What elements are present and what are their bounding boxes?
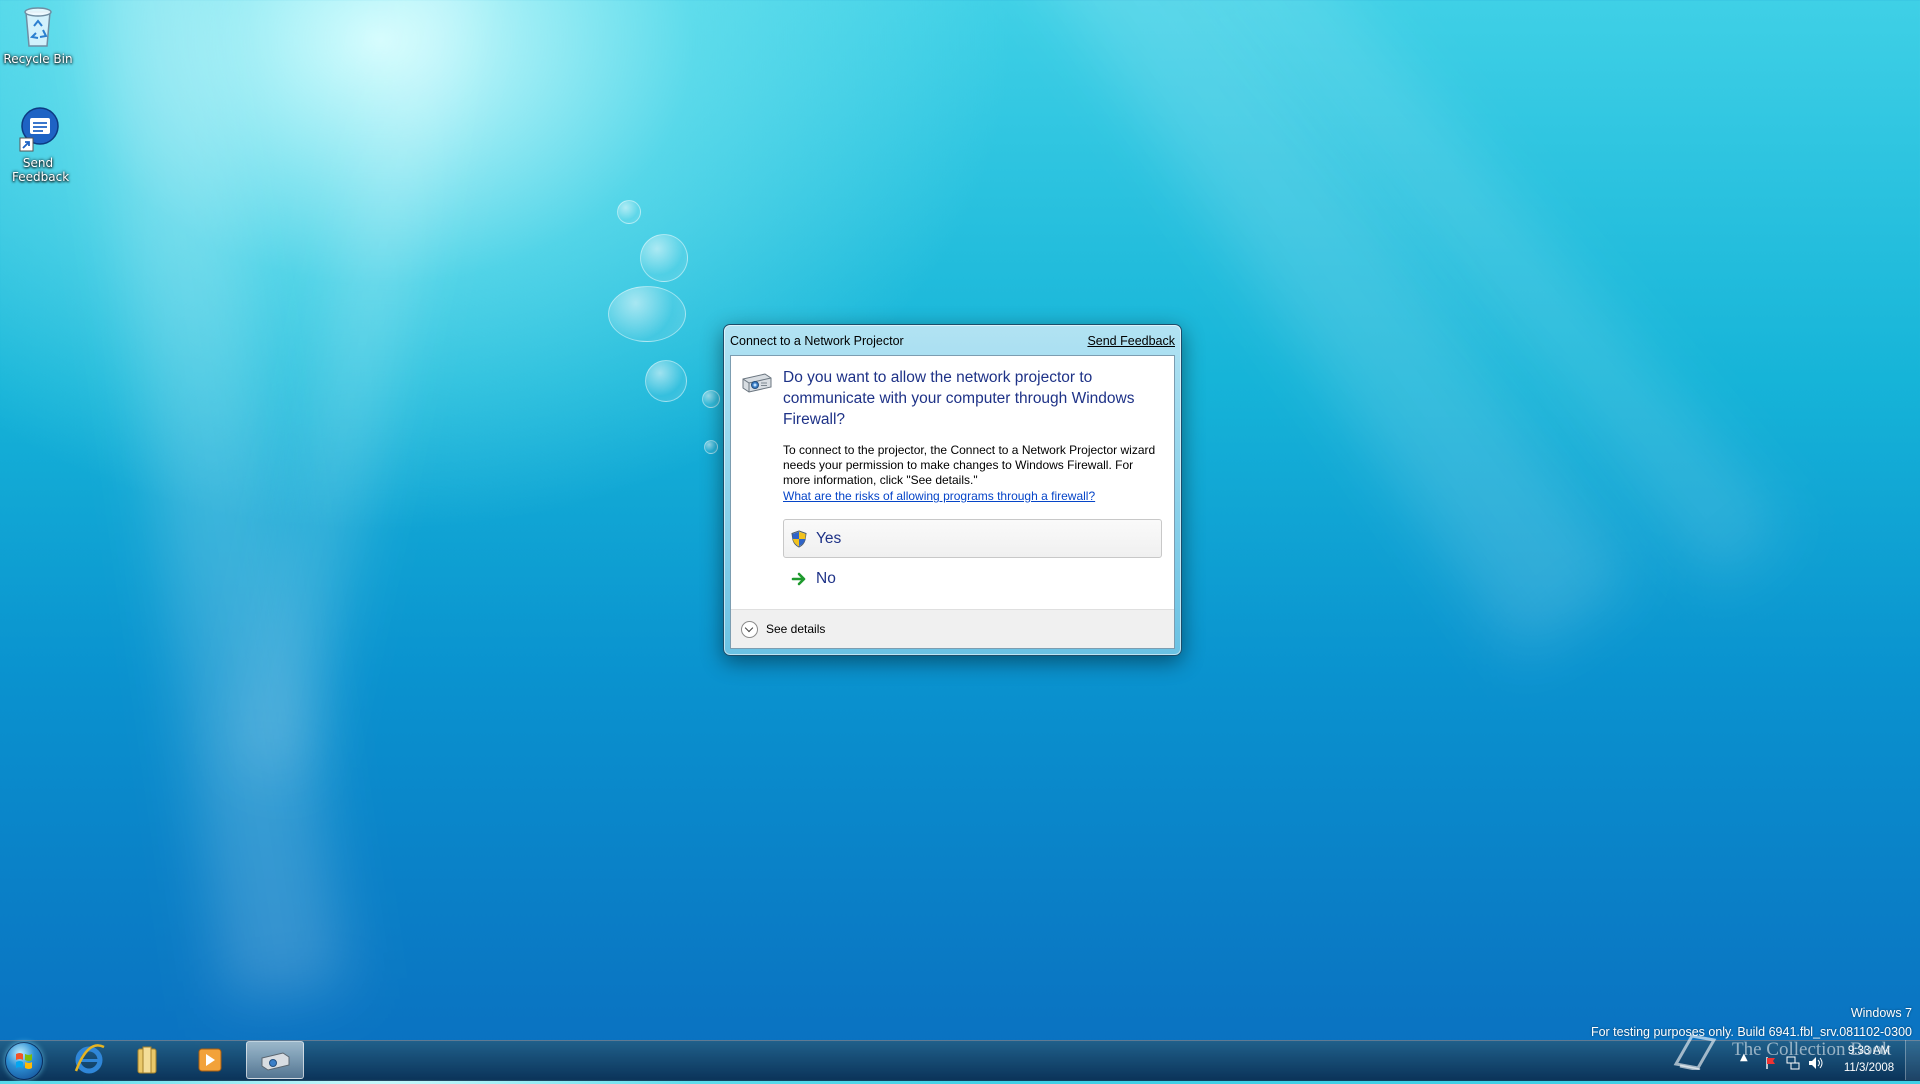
internet-explorer-icon	[74, 1044, 105, 1074]
desktop-icon-recycle-bin[interactable]: Recycle Bin	[0, 2, 76, 66]
recycle-bin-icon	[14, 2, 62, 50]
clock-time[interactable]: 9:33 AM	[1836, 1045, 1902, 1057]
yes-button-label: Yes	[816, 529, 842, 547]
send-feedback-link[interactable]: Send Feedback	[1087, 334, 1175, 348]
os-watermark: Windows 7	[1850, 1006, 1912, 1020]
clock-date[interactable]: 11/3/2008	[1836, 1062, 1902, 1074]
send-feedback-icon	[14, 106, 62, 154]
desktop-icon-label: Send Feedback	[12, 156, 70, 184]
dialog-heading: Do you want to allow the network project…	[783, 369, 1135, 428]
dialog-footer: See details	[731, 609, 1174, 648]
dialog-content: Do you want to allow the network project…	[730, 355, 1175, 649]
firewall-permission-dialog: Connect to a Network Projector Send Feed…	[723, 324, 1182, 656]
light-ray	[237, 0, 493, 778]
no-button[interactable]: No	[783, 559, 1162, 598]
dialog-titlebar[interactable]: Connect to a Network Projector Send Feed…	[730, 329, 1175, 353]
light-ray	[74, 0, 346, 1003]
windows-logo-icon	[16, 1053, 32, 1069]
bubble	[640, 234, 688, 282]
chevron-down-icon[interactable]	[741, 620, 758, 638]
bubble	[617, 200, 641, 224]
network-projector-icon	[741, 370, 773, 394]
desktop-icon-send-feedback[interactable]: Send Feedback	[0, 106, 76, 184]
yes-button[interactable]: Yes	[783, 519, 1162, 558]
no-button-label: No	[816, 569, 836, 587]
taskbar-network-projector[interactable]	[246, 1041, 304, 1079]
bubble	[645, 360, 687, 402]
network-tray-icon[interactable]	[1786, 1055, 1800, 1070]
uac-shield-icon	[790, 529, 808, 548]
bubble	[704, 440, 718, 454]
folder-icon	[137, 1046, 157, 1074]
dialog-main-area: Do you want to allow the network project…	[731, 356, 1174, 608]
firewall-risks-link[interactable]: What are the risks of allowing programs …	[783, 489, 1095, 503]
taskbar-internet-explorer[interactable]	[60, 1041, 118, 1079]
light-ray	[1203, 0, 1787, 586]
volume-icon[interactable]	[1808, 1055, 1824, 1069]
network-projector-icon	[261, 1052, 290, 1071]
media-player-icon	[198, 1048, 222, 1072]
see-details-toggle[interactable]: See details	[766, 622, 825, 636]
tray-overflow-icon[interactable]: ▲	[1740, 1052, 1752, 1064]
bubble	[702, 390, 720, 408]
show-desktop-button[interactable]	[1905, 1040, 1920, 1080]
bubble	[608, 286, 686, 342]
book-logo-icon	[1673, 1034, 1717, 1070]
desktop-icon-label: Recycle Bin	[3, 52, 73, 66]
green-arrow-icon	[790, 570, 808, 588]
dialog-description: To connect to the projector, the Connect…	[783, 443, 1156, 487]
action-center-flag-icon[interactable]	[1764, 1055, 1778, 1069]
taskbar-windows-explorer[interactable]	[118, 1041, 176, 1079]
start-button[interactable]	[5, 1042, 43, 1080]
dialog-title: Connect to a Network Projector	[730, 334, 904, 348]
taskbar-media-player[interactable]	[180, 1041, 238, 1079]
